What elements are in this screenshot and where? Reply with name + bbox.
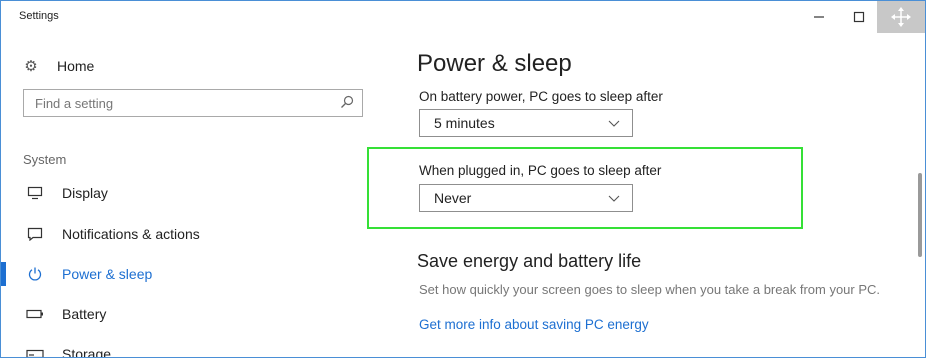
sidebar-item-label: Power & sleep	[62, 266, 153, 282]
search-input[interactable]	[24, 90, 335, 116]
move-cursor-icon	[891, 7, 911, 27]
settings-window: Settings ⚙ Home Find a setting System Di…	[0, 0, 926, 358]
minimize-icon	[814, 16, 824, 18]
battery-sleep-dropdown[interactable]: 5 minutes	[419, 109, 633, 137]
maximize-icon	[853, 11, 865, 23]
save-energy-description: Set how quickly your screen goes to slee…	[419, 282, 881, 297]
sidebar-item-label: Display	[62, 185, 108, 201]
battery-sleep-label: On battery power, PC goes to sleep after	[419, 89, 663, 104]
dropdown-value: 5 minutes	[434, 115, 495, 131]
sidebar-item-battery[interactable]: Battery	[1, 299, 391, 329]
highlight-box	[367, 147, 803, 229]
sidebar-item-label: Battery	[62, 306, 107, 322]
section-label-system: System	[23, 152, 67, 167]
sidebar-item-power-sleep[interactable]: Power & sleep	[1, 259, 391, 289]
minimize-button[interactable]	[799, 1, 839, 33]
active-indicator	[1, 262, 6, 286]
more-info-link[interactable]: Get more info about saving PC energy	[419, 317, 649, 332]
gear-icon: ⚙	[24, 58, 38, 75]
scrollbar-thumb[interactable]	[918, 173, 922, 257]
window-title: Settings	[19, 10, 59, 22]
sidebar-item-storage[interactable]: Storage	[1, 339, 391, 358]
title-bar: Settings	[1, 1, 925, 33]
close-button[interactable]	[877, 1, 925, 33]
search-box	[23, 89, 363, 117]
sidebar-item-label: Notifications & actions	[62, 226, 200, 242]
battery-icon	[23, 309, 47, 319]
sidebar: ⚙ Home System Display Notifications & ac…	[1, 33, 391, 357]
maximize-button[interactable]	[839, 1, 879, 33]
search-icon[interactable]	[340, 95, 354, 109]
monitor-icon	[23, 186, 47, 200]
home-link[interactable]: ⚙ Home	[23, 55, 94, 77]
sidebar-item-label: Storage	[62, 346, 112, 358]
home-label: Home	[57, 58, 95, 74]
power-icon	[23, 266, 47, 282]
storage-icon	[23, 349, 47, 357]
message-icon	[23, 227, 47, 241]
sidebar-item-notifications[interactable]: Notifications & actions	[1, 219, 391, 249]
chevron-down-icon	[608, 120, 620, 127]
save-energy-heading: Save energy and battery life	[417, 251, 642, 271]
sidebar-item-display[interactable]: Display	[1, 178, 391, 208]
page-title: Power & sleep	[417, 50, 572, 77]
